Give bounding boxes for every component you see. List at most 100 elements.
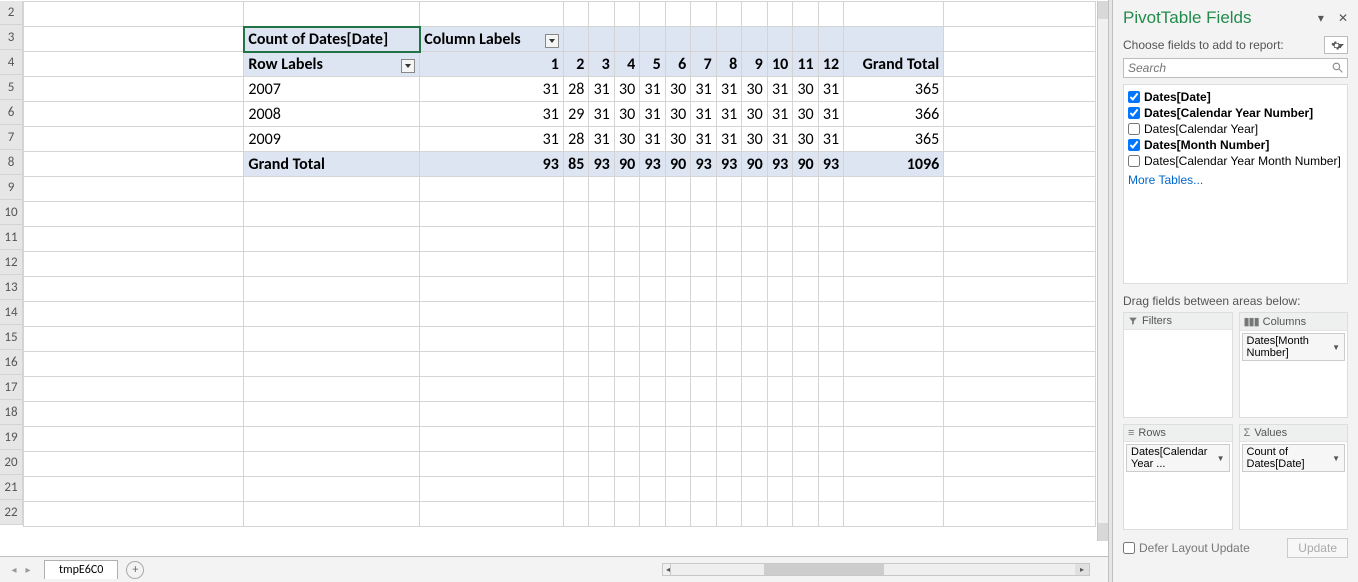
row-header[interactable]: 18 [0,400,23,425]
row-header[interactable]: 8 [0,150,23,175]
cell[interactable] [793,177,818,202]
row-header[interactable]: 7 [0,125,23,150]
cell[interactable] [420,302,564,327]
row-header[interactable]: 17 [0,375,23,400]
cell[interactable] [244,402,420,427]
cell[interactable] [640,502,665,527]
cell[interactable] [24,152,244,177]
cell[interactable] [24,52,244,77]
area-field-chip[interactable]: Count of Dates[Date]▼ [1242,444,1346,472]
cell[interactable] [614,377,639,402]
cell[interactable] [420,252,564,277]
cell[interactable] [742,502,767,527]
cell[interactable] [691,377,716,402]
cell[interactable] [665,477,690,502]
cell[interactable] [716,27,741,52]
cell[interactable] [844,477,944,502]
cell-grid[interactable]: Count of Dates[Date]Column LabelsRow Lab… [23,1,1096,556]
cell[interactable] [640,2,665,27]
cell[interactable] [793,352,818,377]
cell[interactable] [614,427,639,452]
cell[interactable] [244,352,420,377]
cell[interactable] [944,27,1096,52]
pivot-val[interactable]: 30 [793,102,818,127]
cell[interactable] [944,302,1096,327]
cell[interactable] [844,252,944,277]
cell[interactable] [614,27,639,52]
cell[interactable] [691,27,716,52]
pivot-val[interactable]: 31 [767,102,792,127]
pivot-val[interactable]: 30 [742,127,767,152]
cell[interactable] [793,227,818,252]
cell[interactable] [24,252,244,277]
pivot-val[interactable]: 30 [665,127,690,152]
pane-options-icon[interactable]: ▾ [1318,11,1324,25]
tab-last-icon[interactable]: ▸ [22,564,34,576]
cell[interactable] [244,202,420,227]
cell[interactable] [563,177,588,202]
row-header[interactable]: 3 [0,25,23,50]
cell[interactable] [24,502,244,527]
pivot-grand-val[interactable]: 90 [793,152,818,177]
cell[interactable] [767,277,792,302]
cell[interactable] [24,377,244,402]
cell[interactable] [818,27,843,52]
field-checkbox[interactable] [1128,155,1140,167]
cell[interactable] [24,277,244,302]
cell[interactable] [767,302,792,327]
row-header[interactable]: 9 [0,175,23,200]
pivot-val[interactable]: 31 [767,77,792,102]
cell[interactable] [589,402,614,427]
cell[interactable] [818,502,843,527]
pivot-col-hdr[interactable]: 2 [563,52,588,77]
pivot-val[interactable]: 31 [818,77,843,102]
pivot-col-hdr[interactable]: 10 [767,52,792,77]
cell[interactable] [563,402,588,427]
cell[interactable] [793,427,818,452]
cell[interactable] [614,402,639,427]
cell[interactable] [24,27,244,52]
cell[interactable] [420,377,564,402]
cell[interactable] [420,2,564,27]
row-header[interactable]: 2 [0,1,23,25]
pivot-grand-val[interactable]: 93 [691,152,716,177]
cell[interactable] [818,327,843,352]
cell[interactable] [589,502,614,527]
search-input[interactable] [1123,58,1348,78]
cell[interactable] [563,27,588,52]
cell[interactable] [640,402,665,427]
cell[interactable] [716,402,741,427]
field-list[interactable]: Dates[Date]Dates[Calendar Year Number]Da… [1123,84,1348,284]
cell[interactable] [944,77,1096,102]
pivot-val[interactable]: 31 [640,102,665,127]
cell[interactable] [716,477,741,502]
pivot-grand-val[interactable]: 93 [818,152,843,177]
horizontal-scrollbar[interactable]: ▸ [670,563,1090,576]
pivot-grand-val[interactable]: 93 [640,152,665,177]
pivot-row-labels[interactable]: Row Labels [244,52,420,77]
cell[interactable] [244,277,420,302]
cell[interactable] [24,302,244,327]
pivot-val[interactable]: 30 [665,102,690,127]
cell[interactable] [420,202,564,227]
cell[interactable] [691,2,716,27]
defer-checkbox-label[interactable]: Defer Layout Update [1123,541,1250,555]
cell[interactable] [793,402,818,427]
cell[interactable] [844,452,944,477]
cell[interactable] [589,452,614,477]
cell[interactable] [818,302,843,327]
pivot-row-total[interactable]: 365 [844,127,944,152]
pivot-col-hdr[interactable]: 8 [716,52,741,77]
cell[interactable] [665,27,690,52]
pivot-val[interactable]: 29 [563,102,588,127]
cell[interactable] [24,202,244,227]
cell[interactable] [244,2,420,27]
cell[interactable] [742,202,767,227]
pivot-col-hdr[interactable]: 6 [665,52,690,77]
cell[interactable] [640,327,665,352]
cell[interactable] [742,27,767,52]
cell[interactable] [589,477,614,502]
cell[interactable] [589,302,614,327]
cell[interactable] [24,477,244,502]
cell[interactable] [665,427,690,452]
